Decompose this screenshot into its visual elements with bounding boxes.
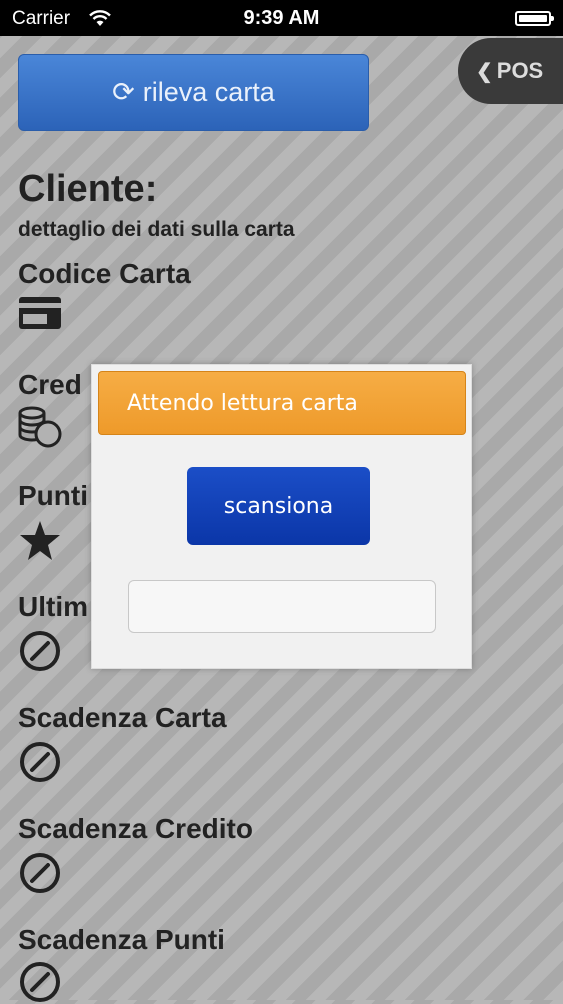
pos-back-button[interactable]: ❮ POS [458, 38, 563, 104]
clock-icon [20, 742, 60, 782]
card-code-input[interactable] [128, 580, 436, 633]
detect-card-label: rileva carta [142, 77, 275, 107]
field-label-credit: Cred [18, 369, 82, 400]
refresh-icon: ⟳ [112, 77, 135, 107]
field-label-last: Ultim [18, 591, 88, 622]
clock-label: 9:39 AM [243, 7, 320, 29]
field-label-card-code: Codice Carta [18, 258, 191, 289]
field-label-points-expiry: Scadenza Punti [18, 924, 225, 955]
page-subtitle: dettaglio dei dati sulla carta [18, 218, 295, 241]
field-label-credit-expiry: Scadenza Credito [18, 813, 253, 844]
detect-card-button[interactable]: ⟳ rileva carta [18, 54, 369, 131]
card-read-dialog: Attendo lettura carta scansiona [91, 364, 472, 669]
clock-icon [20, 962, 60, 1002]
field-label-points: Punti [18, 480, 88, 511]
status-bar: Carrier 9:39 AM [0, 0, 563, 36]
scan-button[interactable]: scansiona [187, 467, 370, 545]
star-icon [20, 521, 60, 560]
pos-label: POS [496, 58, 544, 83]
battery-icon [515, 11, 554, 26]
field-label-card-expiry: Scadenza Carta [18, 702, 227, 733]
dialog-header: Attendo lettura carta [98, 371, 466, 435]
page-title: Cliente: [18, 168, 158, 210]
chevron-left-icon: ❮ [476, 60, 493, 83]
clock-icon [20, 631, 60, 671]
credit-card-icon [19, 297, 61, 329]
coins-icon [18, 406, 62, 448]
clock-icon [20, 853, 60, 893]
